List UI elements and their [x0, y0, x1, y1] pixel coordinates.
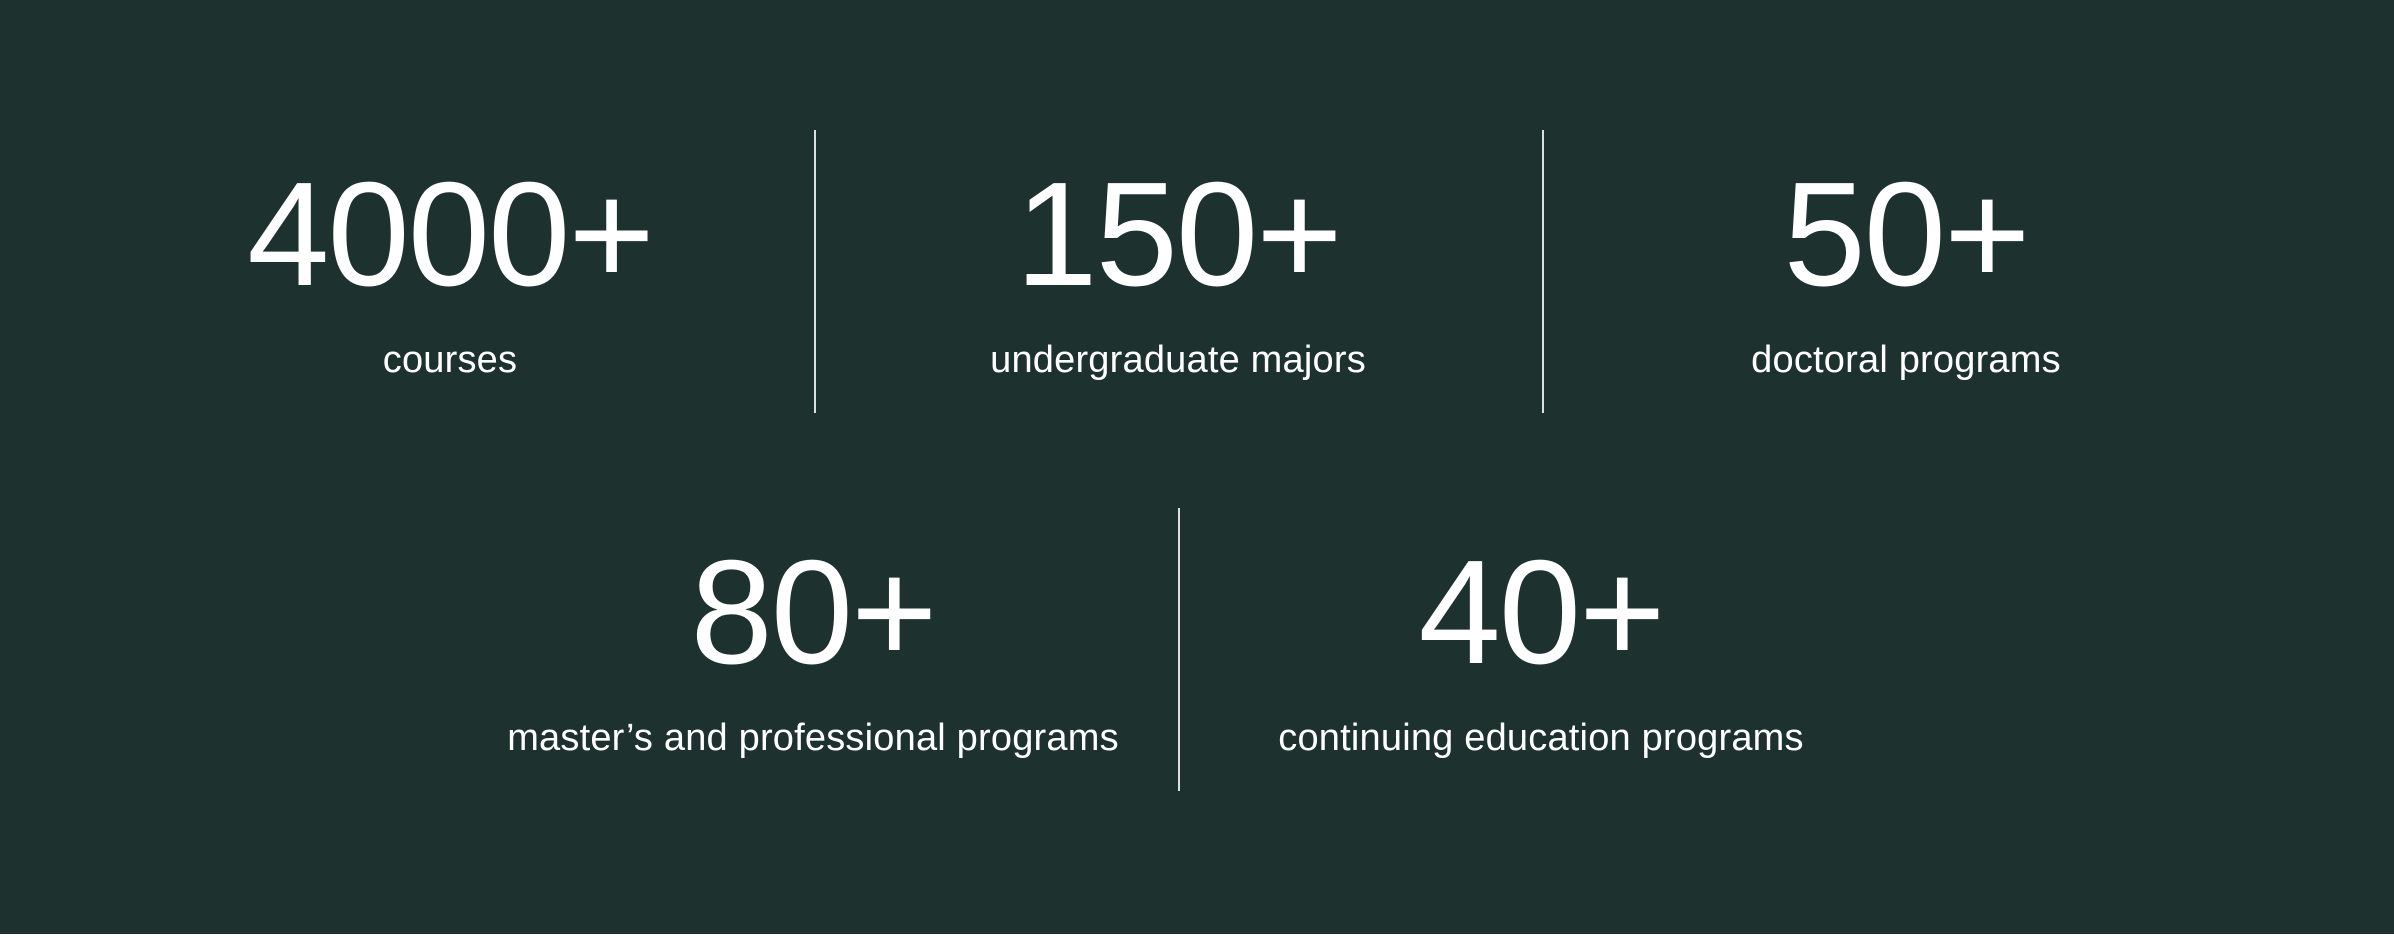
stat-value: 150+ [1015, 152, 1342, 317]
divider [814, 130, 816, 413]
stat-label: courses [382, 339, 518, 381]
stats-panel: 4000+ courses 150+ undergraduate majors … [0, 0, 2394, 934]
stat-label: doctoral programs [1751, 339, 2061, 381]
stat-label: master’s and professional programs [507, 717, 1119, 759]
stat-label: continuing education programs [1278, 717, 1804, 759]
stat-value: 40+ [1418, 530, 1665, 695]
divider [1542, 130, 1544, 413]
stat-value: 50+ [1783, 152, 2030, 317]
stat-value: 80+ [690, 530, 937, 695]
divider [1178, 508, 1180, 791]
stat-value: 4000+ [247, 152, 655, 317]
stat-label: undergraduate majors [990, 339, 1366, 381]
